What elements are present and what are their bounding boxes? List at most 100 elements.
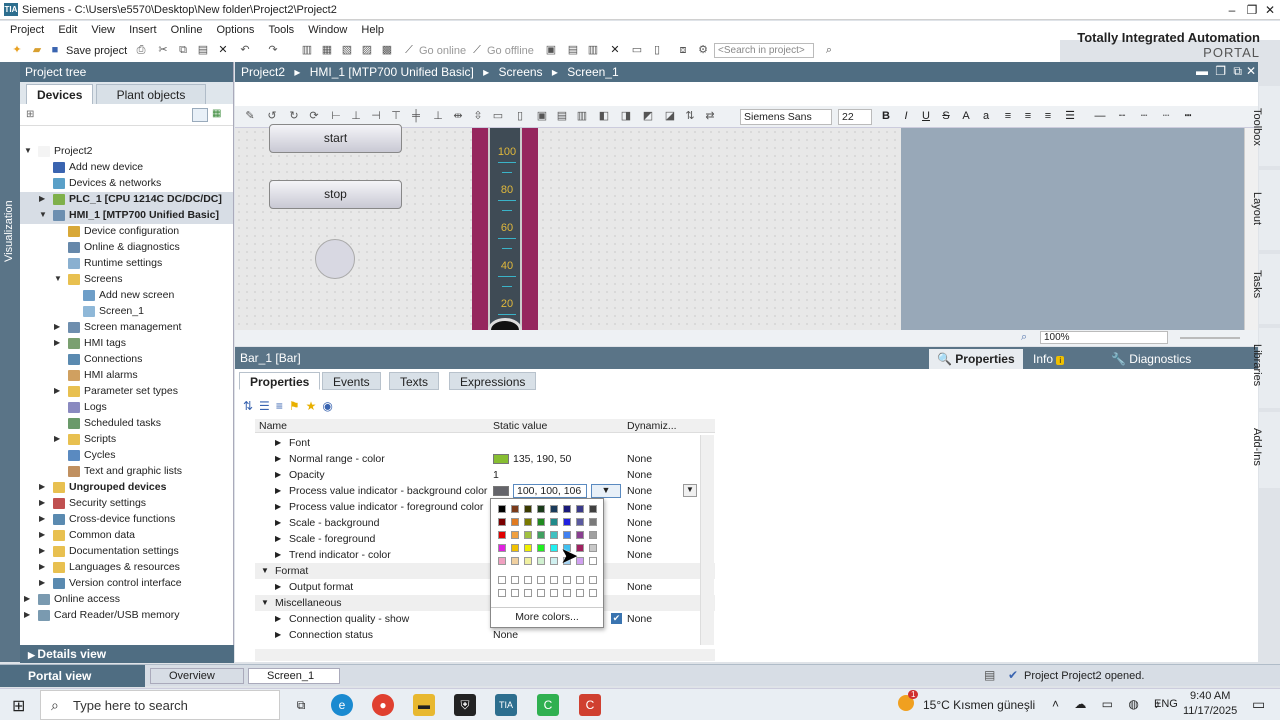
- palette-color-cell[interactable]: [498, 505, 506, 513]
- tree-expand-icon[interactable]: ▶: [39, 514, 45, 523]
- explorer-icon[interactable]: ▬: [413, 694, 435, 716]
- tab-plant-objects[interactable]: Plant objects: [96, 84, 206, 104]
- property-dynamization[interactable]: None: [627, 485, 652, 497]
- crumb-screens[interactable]: Screens: [499, 65, 543, 79]
- palette-color-cell[interactable]: [576, 531, 584, 539]
- checkbox-icon[interactable]: ✔: [611, 613, 622, 624]
- palette-color-cell[interactable]: [589, 531, 597, 539]
- property-row[interactable]: ▶ Font: [255, 435, 715, 451]
- props-toolbar-icons[interactable]: ⇅☰≡⚑★◉: [243, 399, 339, 413]
- open-project-icon[interactable]: ▰: [30, 44, 44, 57]
- green-app-icon[interactable]: C: [537, 694, 559, 716]
- property-value[interactable]: 1: [493, 469, 499, 481]
- tree-item[interactable]: Runtime settings: [20, 256, 233, 272]
- tasks-tab[interactable]: Tasks: [1251, 254, 1280, 324]
- accessible-devices-icon[interactable]: ▣: [544, 44, 558, 57]
- property-dynamization[interactable]: None: [627, 453, 652, 465]
- paste-icon[interactable]: ▤: [196, 44, 210, 57]
- palette-color-cell[interactable]: [537, 518, 545, 526]
- property-expand-icon[interactable]: ▶: [275, 438, 281, 447]
- toolbox-tab[interactable]: Toolbox: [1251, 86, 1280, 166]
- tree-item[interactable]: ▶ PLC_1 [CPU 1214C DC/DC/DC]: [20, 192, 233, 208]
- align-center-icon[interactable]: ⊥: [349, 110, 363, 123]
- tree-item[interactable]: ▶ Documentation settings: [20, 544, 233, 560]
- windows-start-icon[interactable]: ⊞: [12, 696, 25, 716]
- property-row[interactable]: ▶ Connection status None: [255, 627, 715, 643]
- tree-item[interactable]: Cycles: [20, 448, 233, 464]
- property-expand-icon[interactable]: ▶: [275, 518, 281, 527]
- tree-item[interactable]: Add new device: [20, 160, 233, 176]
- tree-item[interactable]: ▼ Screens: [20, 272, 233, 288]
- tree-item[interactable]: Text and graphic lists: [20, 464, 233, 480]
- rotate-left-icon[interactable]: ↺: [265, 110, 279, 123]
- property-row[interactable]: ▶ Process value indicator - background co…: [255, 483, 715, 499]
- visualization-tab[interactable]: Visualization: [0, 62, 20, 662]
- palette-color-cell[interactable]: [550, 576, 558, 584]
- line-style-icon[interactable]: —: [1093, 110, 1107, 123]
- language-indicator[interactable]: ENG: [1154, 698, 1178, 710]
- palette-color-cell[interactable]: [498, 544, 506, 552]
- mirror-icon[interactable]: ⇄: [703, 110, 717, 123]
- palette-color-cell[interactable]: [563, 505, 571, 513]
- palette-color-cell[interactable]: [576, 589, 584, 597]
- crumb-screen1[interactable]: Screen_1: [567, 65, 618, 79]
- rotate-right-icon[interactable]: ⟳: [307, 110, 321, 123]
- tree-expand-icon[interactable]: ▶: [54, 338, 60, 347]
- cut-icon[interactable]: ✂: [156, 44, 170, 57]
- tree-expand-icon[interactable]: ▶: [39, 530, 45, 539]
- palette-color-cell[interactable]: [498, 518, 506, 526]
- palette-color-cell[interactable]: [589, 544, 597, 552]
- backward-icon[interactable]: ◪: [663, 110, 677, 123]
- runtime-icon[interactable]: ▩: [380, 44, 394, 57]
- palette-color-cell[interactable]: [563, 576, 571, 584]
- palette-color-cell[interactable]: [537, 589, 545, 597]
- distribute-v-icon[interactable]: ⇳: [471, 110, 485, 123]
- tree-expand-icon[interactable]: ▶: [54, 434, 60, 443]
- go-offline-icon[interactable]: ⟋: [470, 44, 484, 57]
- hmi-circle[interactable]: [315, 239, 355, 279]
- clock-time[interactable]: 9:40 AM: [1190, 690, 1230, 702]
- property-row[interactable]: ▶ Output format None: [255, 579, 715, 595]
- palette-color-cell[interactable]: [524, 557, 532, 565]
- same-width-icon[interactable]: ▭: [491, 110, 505, 123]
- close-icon[interactable]: ✕: [1262, 2, 1278, 18]
- property-dynamization[interactable]: None: [627, 581, 652, 593]
- property-value[interactable]: None: [493, 629, 518, 641]
- strikethrough-icon[interactable]: S: [939, 110, 953, 123]
- redo-icon[interactable]: ↷: [266, 44, 280, 57]
- property-dynamization[interactable]: None: [627, 613, 652, 625]
- undo-icon[interactable]: ↶: [238, 44, 252, 57]
- color-swatch[interactable]: [493, 486, 509, 496]
- font-size-select[interactable]: 22: [838, 109, 872, 125]
- palette-color-cell[interactable]: [563, 518, 571, 526]
- security-icon[interactable]: ⛨: [454, 694, 476, 716]
- underline-icon[interactable]: U: [919, 110, 933, 123]
- palette-color-cell[interactable]: [511, 518, 519, 526]
- delete-icon[interactable]: ✕: [216, 44, 230, 57]
- tree-item[interactable]: ▼ HMI_1 [MTP700 Unified Basic]: [20, 208, 233, 224]
- tree-item[interactable]: Add new screen: [20, 288, 233, 304]
- property-expand-icon[interactable]: ▶: [275, 534, 281, 543]
- hmi-bar[interactable]: 100 80 60 40 20: [472, 128, 538, 342]
- palette-color-cell[interactable]: [498, 531, 506, 539]
- dash2-icon[interactable]: ┄: [1137, 110, 1151, 123]
- align-middle-icon[interactable]: ╪: [409, 110, 423, 123]
- details-view[interactable]: ▶ Details view: [20, 645, 234, 663]
- tree-expand-icon[interactable]: ▶: [24, 594, 30, 603]
- distribute-h-icon[interactable]: ⇹: [451, 110, 465, 123]
- crumb-project[interactable]: Project2: [241, 65, 285, 79]
- property-dynamization[interactable]: None: [627, 517, 652, 529]
- go-offline-button[interactable]: Go offline: [487, 45, 534, 57]
- subtab-events[interactable]: Events: [322, 372, 381, 390]
- palette-color-cell[interactable]: [550, 544, 558, 552]
- tree-item[interactable]: ▶ Cross-device functions: [20, 512, 233, 528]
- tree-expand-icon[interactable]: ▼: [24, 146, 32, 155]
- canvas-scrollbar[interactable]: [1244, 128, 1258, 330]
- same-size-icon[interactable]: ▣: [535, 110, 549, 123]
- palette-color-cell[interactable]: [524, 589, 532, 597]
- zoom-select[interactable]: 100%: [1040, 331, 1168, 344]
- status-overview-icon[interactable]: ▤: [984, 668, 995, 682]
- palette-color-cell[interactable]: [589, 505, 597, 513]
- tree-expand-icon[interactable]: ▶: [54, 322, 60, 331]
- menu-insert[interactable]: Insert: [124, 21, 163, 36]
